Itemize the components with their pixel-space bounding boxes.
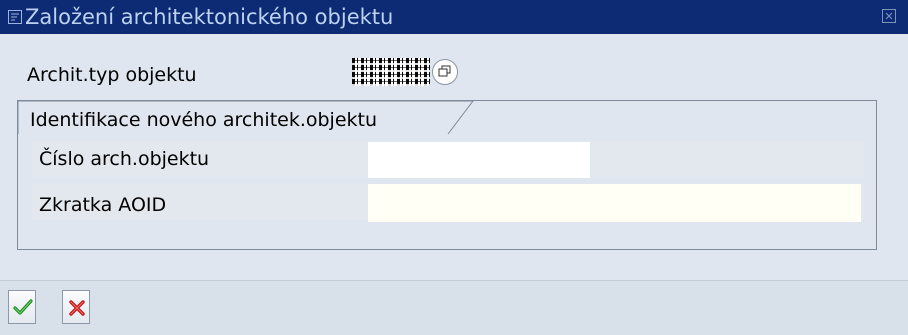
green-check-icon xyxy=(13,299,33,315)
cislo-label: Číslo arch.objektu xyxy=(39,148,210,170)
typ-objektu-field[interactable] xyxy=(352,57,460,87)
dialog-titlebar: Založení architektonického objektu xyxy=(0,0,908,34)
cancel-button[interactable] xyxy=(62,290,90,324)
typ-objektu-label: Archit.typ objektu xyxy=(27,64,197,86)
close-icon[interactable] xyxy=(882,9,896,23)
redacted-value-overlay xyxy=(352,58,430,86)
zkratka-label: Zkratka AOID xyxy=(39,194,167,216)
bottom-toolbar xyxy=(0,280,908,335)
group-tab: Identifikace nového architek.objektu xyxy=(18,101,488,135)
value-help-icon[interactable] xyxy=(432,59,458,85)
red-x-icon xyxy=(69,300,85,316)
confirm-button[interactable] xyxy=(8,290,36,324)
cislo-input[interactable] xyxy=(368,142,590,178)
zkratka-input[interactable] xyxy=(368,184,861,222)
group-title: Identifikace nového architek.objektu xyxy=(30,109,378,131)
window-menu-icon[interactable] xyxy=(8,9,22,24)
dialog-title: Založení architektonického objektu xyxy=(25,5,394,29)
